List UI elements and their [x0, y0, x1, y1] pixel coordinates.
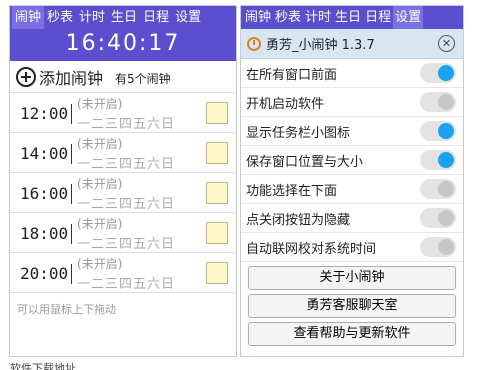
drag-hint: 可以用鼠标上下拖动	[17, 303, 116, 316]
alarm-enable-checkbox[interactable]	[206, 102, 228, 124]
tab-birthday[interactable]: 生日	[108, 6, 140, 29]
alarm-enable-checkbox[interactable]	[206, 182, 228, 204]
alarm-enable-checkbox[interactable]	[206, 262, 228, 284]
support-chat-button[interactable]: 勇芳客服聊天室	[248, 294, 456, 318]
alarm-days: 一二三四五六日	[77, 277, 176, 292]
divider	[71, 264, 72, 284]
setting-toggle[interactable]	[420, 63, 456, 83]
about-button[interactable]: 关于小闹钟	[248, 266, 456, 290]
toggle-knob	[438, 123, 454, 139]
setting-row: 在所有窗口前面	[241, 59, 463, 88]
right-tab-bar: 闹钟 秒表 计时 生日 日程 设置	[241, 6, 463, 29]
setting-row: 自动联网校对系统时间	[241, 233, 463, 262]
divider	[71, 224, 72, 244]
setting-label: 自动联网校对系统时间	[246, 241, 377, 257]
alarm-days: 一二三四五六日	[77, 117, 176, 132]
add-alarm-label: 添加闹钟	[39, 68, 104, 88]
setting-label: 功能选择在下面	[246, 183, 338, 199]
divider	[71, 144, 72, 164]
alarm-count: 有5个闹钟	[115, 71, 171, 86]
alarm-status: (未开启)	[77, 177, 123, 191]
tab-schedule[interactable]: 日程	[363, 6, 393, 29]
setting-toggle[interactable]	[420, 237, 456, 257]
toggle-knob	[438, 152, 454, 168]
left-tab-bar: 闹钟 秒表 计时 生日 日程 设置	[10, 6, 236, 29]
setting-label: 在所有窗口前面	[246, 67, 338, 83]
setting-toggle[interactable]	[420, 121, 456, 141]
alarm-enable-checkbox[interactable]	[206, 222, 228, 244]
alarm-days: 一二三四五六日	[77, 157, 176, 172]
tab-stopwatch[interactable]: 秒表	[273, 6, 303, 29]
help-update-button[interactable]: 查看帮助与更新软件	[248, 322, 456, 346]
alarm-status: (未开启)	[77, 257, 123, 271]
download-address-text: 软件下载地址	[10, 362, 76, 370]
alarm-item[interactable]: 16:00 (未开启) 一二三四五六日	[10, 173, 236, 213]
alarm-item[interactable]: 12:00 (未开启) 一二三四五六日	[10, 93, 236, 133]
setting-row: 保存窗口位置与大小	[241, 146, 463, 175]
setting-row: 开机启动软件	[241, 88, 463, 117]
alarm-item[interactable]: 18:00 (未开启) 一二三四五六日	[10, 213, 236, 253]
app-title: 勇芳_小闹钟 1.3.7	[266, 38, 375, 53]
setting-label: 点关闭按钮为隐藏	[246, 212, 351, 228]
setting-row: 功能选择在下面	[241, 175, 463, 204]
tab-birthday[interactable]: 生日	[333, 6, 363, 29]
app-titlebar: 勇芳_小闹钟 1.3.7 ✕	[241, 29, 463, 59]
tab-timer[interactable]: 计时	[303, 6, 333, 29]
alarm-days: 一二三四五六日	[77, 237, 176, 252]
tab-settings[interactable]: 设置	[393, 6, 424, 29]
setting-label: 保存窗口位置与大小	[246, 154, 364, 170]
alarm-status: (未开启)	[77, 137, 123, 151]
alarm-enable-checkbox[interactable]	[206, 142, 228, 164]
alarm-list-panel: 闹钟 秒表 计时 生日 日程 设置 16:40:17 添加闹钟 有5个闹钟 12…	[9, 5, 237, 357]
alarm-item[interactable]: 14:00 (未开启) 一二三四五六日	[10, 133, 236, 173]
plus-circle-icon	[16, 66, 36, 87]
setting-row: 点关闭按钮为隐藏	[241, 204, 463, 233]
add-alarm-button[interactable]: 添加闹钟 有5个闹钟	[10, 61, 236, 93]
alarm-time: 12:00	[20, 104, 69, 123]
tab-settings[interactable]: 设置	[172, 6, 204, 29]
tab-stopwatch[interactable]: 秒表	[44, 6, 76, 29]
settings-panel: 闹钟 秒表 计时 生日 日程 设置 勇芳_小闹钟 1.3.7 ✕ 在所有窗口前面…	[240, 5, 464, 357]
alarm-time: 16:00	[20, 184, 69, 203]
setting-toggle[interactable]	[420, 208, 456, 228]
settings-list: 在所有窗口前面 开机启动软件显示任务栏小图标 保存窗口位置与大小 功能选择在下面 点关闭…	[241, 59, 463, 262]
toggle-knob	[438, 239, 454, 255]
setting-toggle[interactable]	[420, 150, 456, 170]
toggle-knob	[438, 94, 454, 110]
tab-schedule[interactable]: 日程	[140, 6, 172, 29]
setting-label: 显示任务栏小图标	[246, 125, 351, 141]
alarm-time: 14:00	[20, 144, 69, 163]
toggle-knob	[438, 65, 454, 81]
tab-alarm[interactable]: 闹钟	[243, 6, 273, 29]
alarm-clock-icon	[247, 36, 261, 51]
setting-row: 显示任务栏小图标	[241, 117, 463, 146]
divider	[71, 184, 72, 204]
alarm-status: (未开启)	[77, 97, 123, 111]
setting-label: 开机启动软件	[246, 96, 325, 112]
alarm-item[interactable]: 20:00 (未开启) 一二三四五六日	[10, 253, 236, 293]
alarm-time: 20:00	[20, 264, 69, 283]
toggle-knob	[438, 181, 454, 197]
tab-alarm[interactable]: 闹钟	[12, 6, 45, 29]
close-button[interactable]: ✕	[438, 35, 455, 52]
toggle-knob	[438, 210, 454, 226]
alarm-status: (未开启)	[77, 217, 123, 231]
setting-toggle[interactable]	[420, 92, 456, 112]
current-time: 16:40:17	[10, 29, 236, 61]
setting-toggle[interactable]	[420, 179, 456, 199]
alarm-days: 一二三四五六日	[77, 197, 176, 212]
alarm-time: 18:00	[20, 224, 69, 243]
divider	[71, 104, 72, 124]
tab-timer[interactable]: 计时	[76, 6, 108, 29]
